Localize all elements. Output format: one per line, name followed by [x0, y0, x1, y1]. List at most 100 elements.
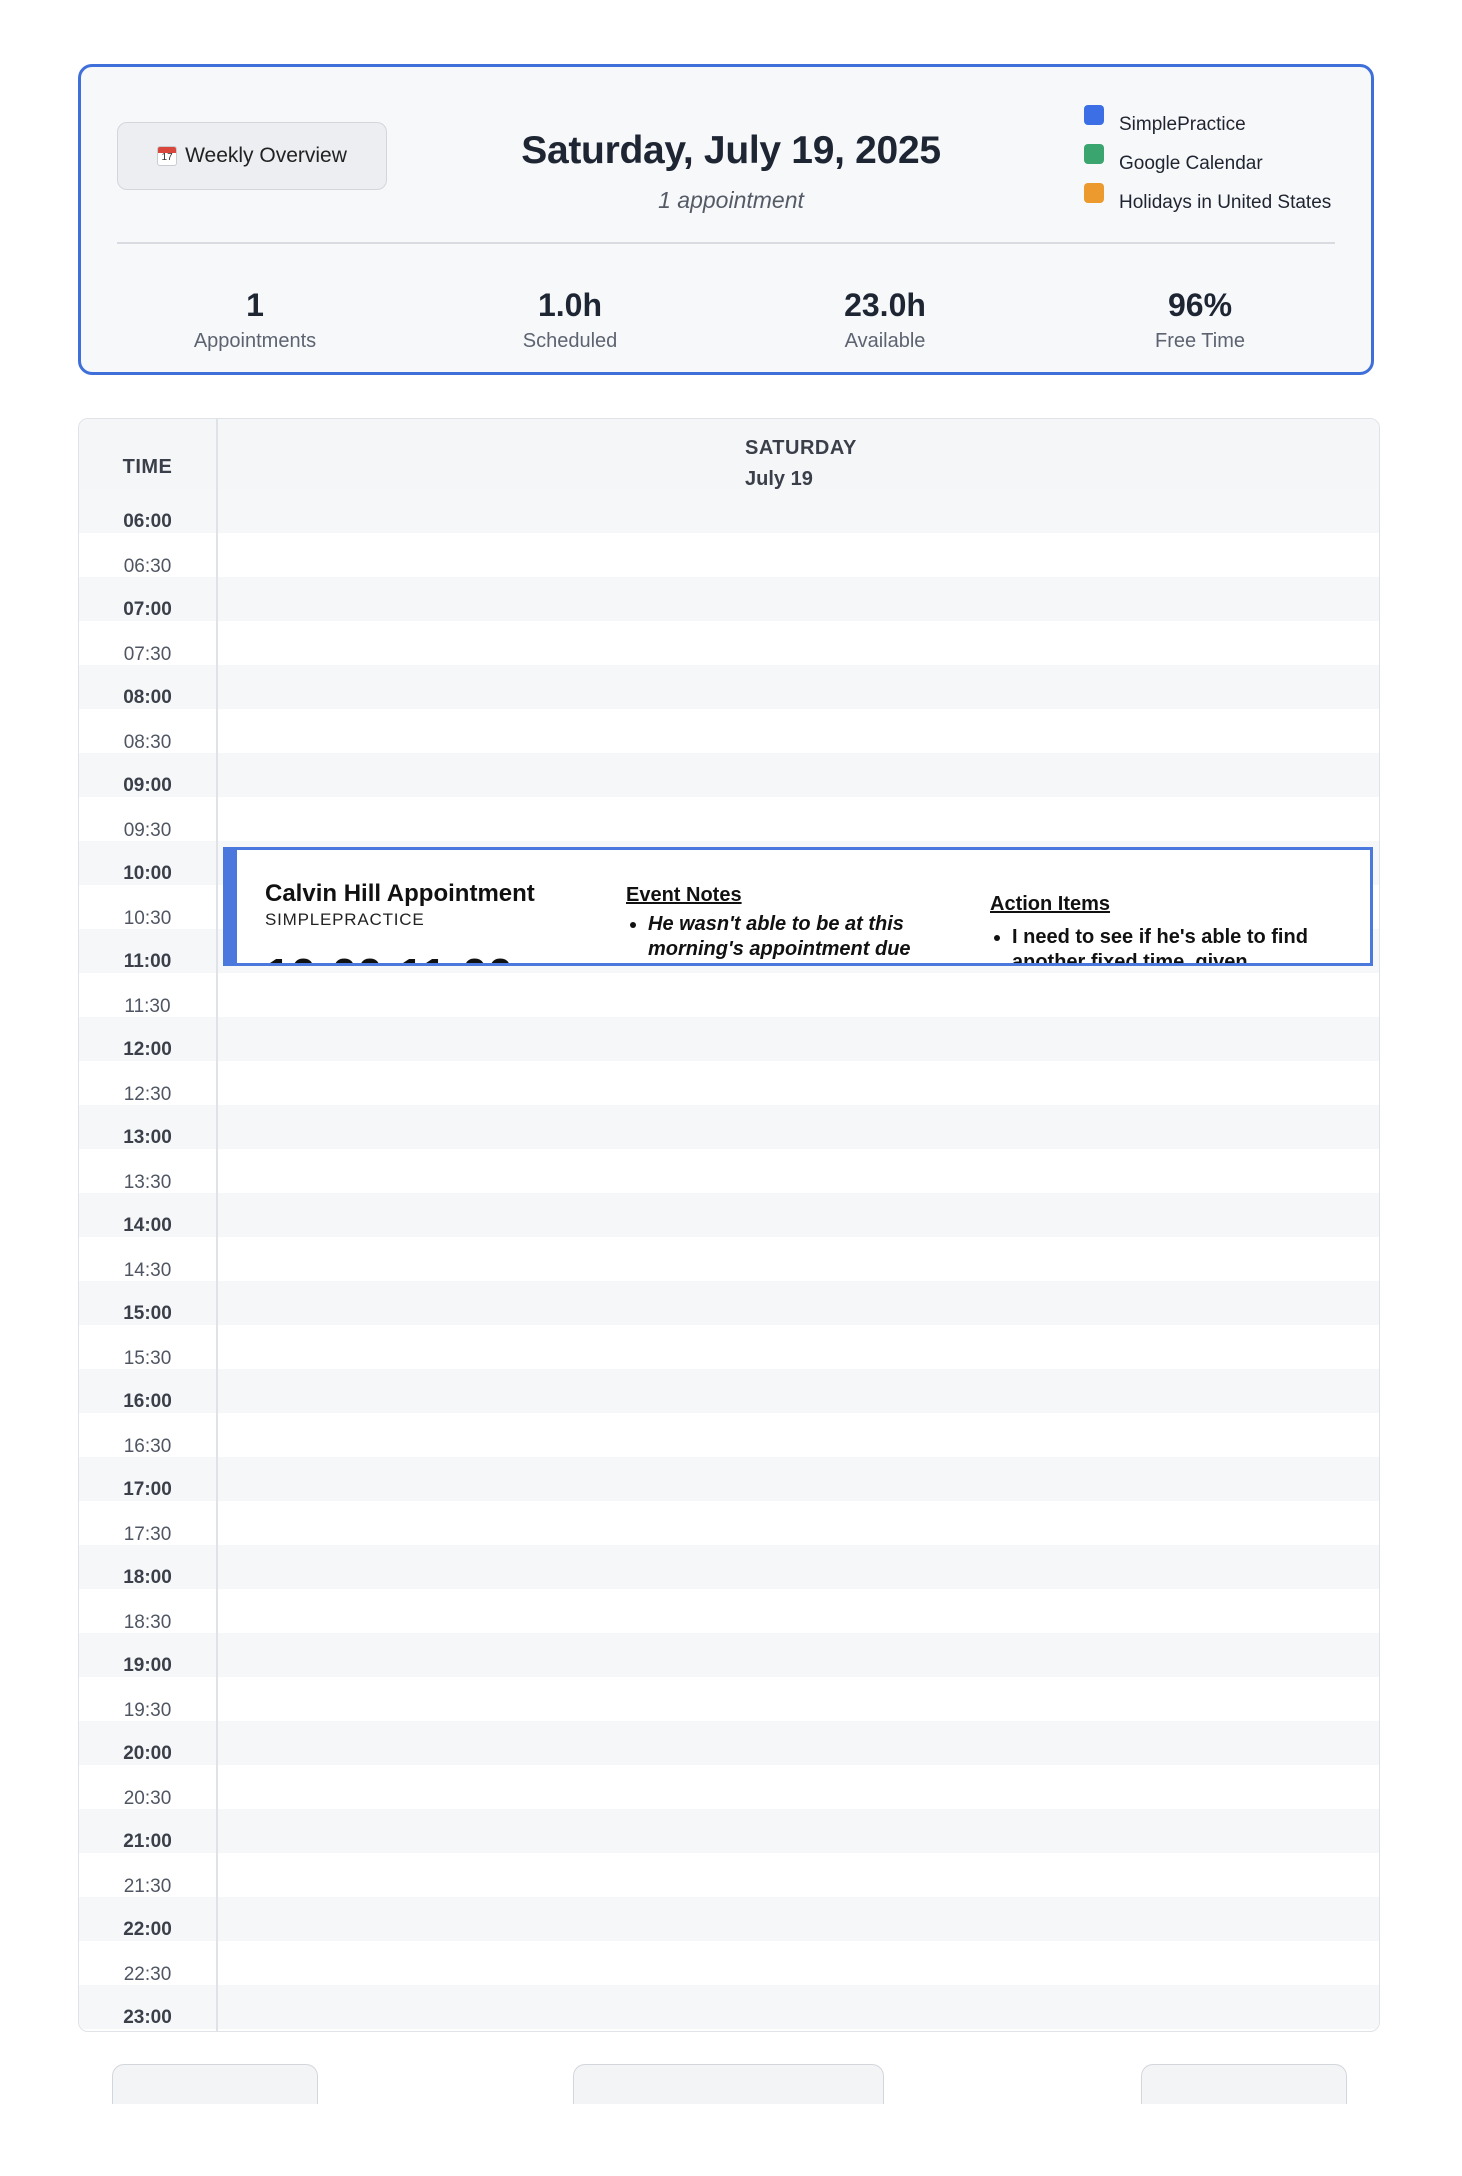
time-slot-row[interactable]: 12:30: [79, 1061, 1379, 1105]
stat-appointments: 1 Appointments: [105, 287, 405, 353]
time-column-divider: [216, 419, 218, 2031]
time-slot-rows: 06:00 06:30 07:00 07:30 08:00 08:30 09:00 09:30…: [79, 489, 1379, 2029]
time-slot-row[interactable]: 15:30: [79, 1325, 1379, 1369]
time-slot-row[interactable]: 12:00: [79, 1017, 1379, 1061]
time-label: 12:00: [123, 1039, 172, 1060]
legend-label: Holidays in United States: [1119, 192, 1332, 213]
stat-value: 1.0h: [537, 287, 603, 323]
time-slot-row[interactable]: 16:30: [79, 1413, 1379, 1457]
event-accent-bar: [226, 850, 237, 963]
time-label: 14:30: [123, 1260, 172, 1281]
time-slot-row[interactable]: 20:00: [79, 1721, 1379, 1765]
next-day-button[interactable]: [1141, 2064, 1347, 2104]
time-slot-row[interactable]: 18:30: [79, 1589, 1379, 1633]
stat-available: 23.0h Available: [735, 287, 1035, 353]
time-label: 21:30: [123, 1876, 172, 1897]
time-slot-row[interactable]: 13:00: [79, 1105, 1379, 1149]
back-to-week-button[interactable]: [573, 2064, 884, 2104]
time-label: 11:00: [123, 951, 172, 972]
page-title: Saturday, July 19, 2025: [521, 129, 941, 172]
time-label: 07:30: [123, 644, 172, 665]
time-slot-row[interactable]: 07:30: [79, 621, 1379, 665]
time-slot-row[interactable]: 18:00: [79, 1545, 1379, 1589]
stat-label: Available: [844, 330, 926, 352]
event-note-item: He wasn't able to be at this morning's a…: [648, 912, 978, 962]
stat-label: Scheduled: [522, 330, 618, 352]
time-label: 08:30: [123, 732, 172, 753]
time-slot-row[interactable]: 21:30: [79, 1853, 1379, 1897]
time-slot-row[interactable]: 16:00: [79, 1369, 1379, 1413]
time-label: 13:30: [123, 1172, 172, 1193]
calendar-icon: 17: [157, 146, 178, 166]
time-slot-row[interactable]: 11:30: [79, 973, 1379, 1017]
action-items-list: I need to see if he's able to find anoth…: [990, 925, 1352, 963]
time-slot-row[interactable]: 13:30: [79, 1149, 1379, 1193]
stat-value: 23.0h: [844, 287, 926, 323]
time-slot-row[interactable]: 06:30: [79, 533, 1379, 577]
time-label: 11:30: [124, 996, 171, 1017]
time-label: 20:30: [123, 1788, 172, 1809]
time-label: 17:00: [123, 1479, 172, 1500]
time-label: 16:00: [123, 1391, 172, 1412]
stats-row: 1 Appointments 1.0h Scheduled 23.0h Avai…: [81, 287, 1371, 357]
time-label: 12:30: [123, 1084, 172, 1105]
time-label: 22:00: [123, 1919, 172, 1940]
time-label: 14:00: [123, 1215, 172, 1236]
time-slot-row[interactable]: 19:00: [79, 1633, 1379, 1677]
time-label: 18:00: [123, 1567, 172, 1588]
time-slot-row[interactable]: 09:30: [79, 797, 1379, 841]
time-slot-row[interactable]: 14:00: [79, 1193, 1379, 1237]
action-item: I need to see if he's able to find anoth…: [1012, 925, 1352, 963]
time-slot-row[interactable]: 15:00: [79, 1281, 1379, 1325]
time-label: 18:30: [123, 1612, 172, 1633]
time-slot-row[interactable]: 22:00: [79, 1897, 1379, 1941]
weekly-overview-button[interactable]: 17 Weekly Overview: [117, 122, 387, 190]
time-slot-row[interactable]: 22:30: [79, 1941, 1379, 1985]
time-label: 06:00: [123, 511, 172, 532]
time-slot-row[interactable]: 06:00: [79, 489, 1379, 533]
time-label: 23:00: [123, 2007, 172, 2028]
time-label: 09:00: [123, 775, 172, 796]
day-calendar-grid: TIME SATURDAY July 19 06:00 06:30 07:00 07:…: [78, 418, 1380, 2032]
previous-day-button[interactable]: [112, 2064, 318, 2104]
stat-free-time: 96% Free Time: [1050, 287, 1350, 353]
event-time: 10:00-11:00: [265, 948, 513, 963]
time-slot-row[interactable]: 14:30: [79, 1237, 1379, 1281]
event-title: Calvin Hill Appointment: [265, 880, 535, 907]
event-notes-title: Event Notes: [626, 884, 742, 906]
time-slot-row[interactable]: 21:00: [79, 1809, 1379, 1853]
time-slot-row[interactable]: 20:30: [79, 1765, 1379, 1809]
time-label: 21:00: [123, 1831, 172, 1852]
time-slot-row[interactable]: 08:30: [79, 709, 1379, 753]
event-notes-list: He wasn't able to be at this morning's a…: [626, 912, 978, 962]
time-label: 16:30: [123, 1436, 172, 1457]
time-label: 07:00: [123, 599, 172, 620]
day-header-name: SATURDAY: [745, 437, 857, 459]
time-slot-row[interactable]: 09:00: [79, 753, 1379, 797]
legend-swatch-holidays: [1084, 183, 1104, 203]
appointment-event[interactable]: Calvin Hill Appointment SIMPLEPRACTICE 1…: [223, 847, 1373, 966]
event-source: SIMPLEPRACTICE: [265, 910, 425, 929]
time-slot-row[interactable]: 23:00: [79, 1985, 1379, 2029]
time-label: 09:30: [123, 820, 172, 841]
action-items-title: Action Items: [990, 893, 1111, 915]
time-slot-row[interactable]: 08:00: [79, 665, 1379, 709]
time-column-header: TIME: [122, 456, 173, 478]
day-summary-card: 17 Weekly Overview Saturday, July 19, 20…: [78, 64, 1374, 375]
calendar-header: TIME SATURDAY July 19: [79, 419, 1379, 490]
time-slot-row[interactable]: 17:30: [79, 1501, 1379, 1545]
time-slot-row[interactable]: 19:30: [79, 1677, 1379, 1721]
time-label: 06:30: [123, 556, 172, 577]
appointment-count-subtitle: 1 appointment: [658, 187, 804, 213]
stat-label: Appointments: [193, 330, 317, 352]
time-label: 08:00: [123, 687, 172, 708]
time-label: 17:30: [123, 1524, 172, 1545]
legend-label: Google Calendar: [1119, 153, 1263, 174]
legend-label: SimplePractice: [1119, 114, 1246, 135]
time-slot-row[interactable]: 17:00: [79, 1457, 1379, 1501]
stat-label: Free Time: [1154, 330, 1246, 352]
stat-value: 96%: [1167, 287, 1233, 323]
time-label: 15:30: [123, 1348, 172, 1369]
time-slot-row[interactable]: 07:00: [79, 577, 1379, 621]
time-label: 13:00: [123, 1127, 172, 1148]
